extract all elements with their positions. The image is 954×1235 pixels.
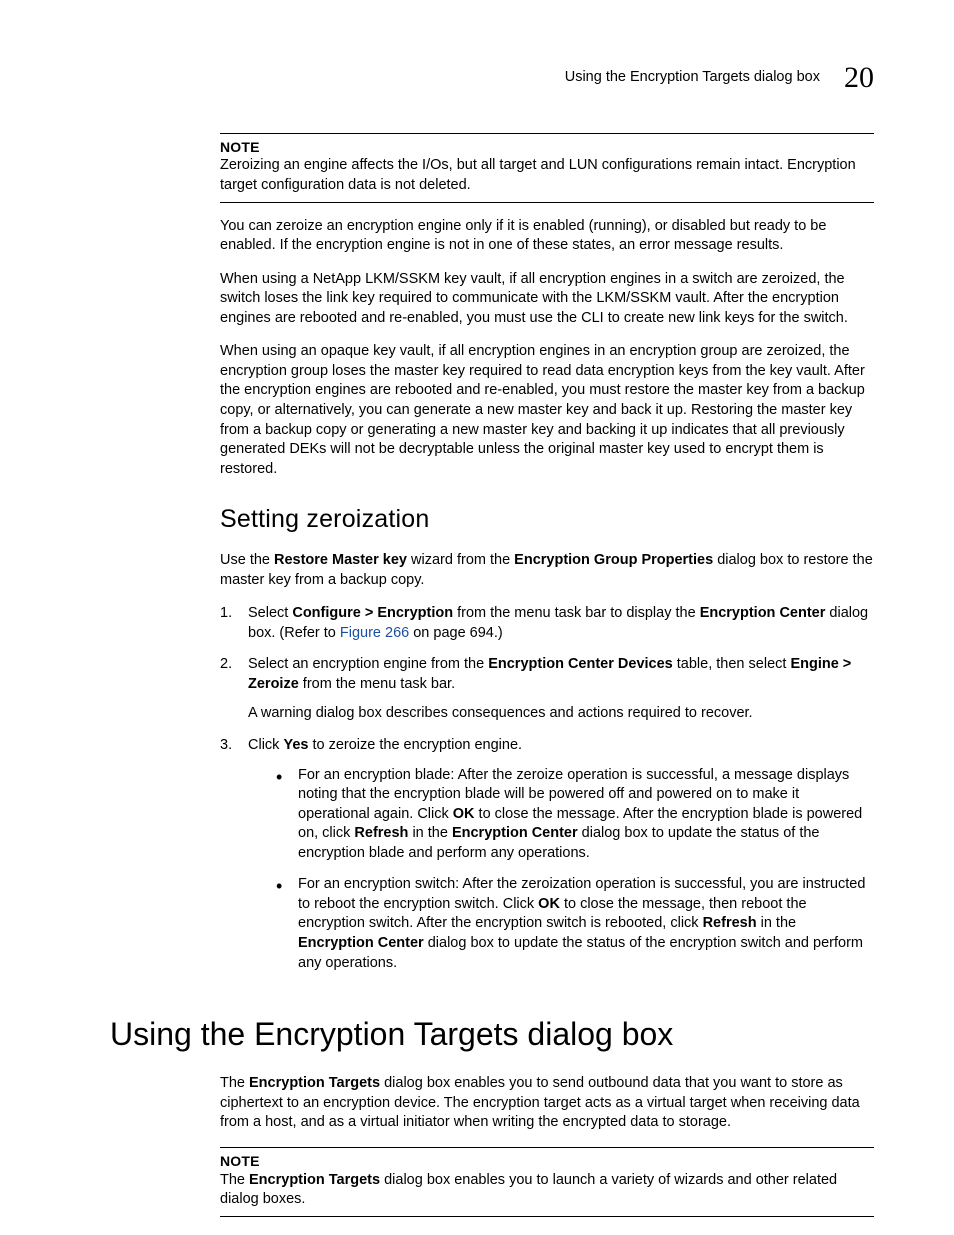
list-item: For an encryption switch: After the zero… — [276, 875, 874, 973]
list-item: For an encryption blade: After the zeroi… — [276, 766, 874, 864]
list-item: Click Yes to zeroize the encryption engi… — [220, 736, 874, 973]
running-title: Using the Encryption Targets dialog box — [565, 68, 820, 88]
figure-link[interactable]: Figure 266 — [340, 625, 409, 641]
note-label: NOTE — [220, 138, 874, 157]
list-item: Select Configure > Encryption from the m… — [220, 604, 874, 643]
section-heading: Setting zeroization — [220, 503, 874, 537]
note-block: NOTE Zeroizing an engine affects the I/O… — [220, 133, 874, 203]
sub-bullet-list: For an encryption blade: After the zeroi… — [276, 766, 874, 974]
note-block: NOTE The Encryption Targets dialog box e… — [220, 1147, 874, 1217]
list-item: Select an encryption engine from the Enc… — [220, 655, 874, 724]
note-text: Zeroizing an engine affects the I/Os, bu… — [220, 156, 874, 195]
procedure-list: Select Configure > Encryption from the m… — [220, 604, 874, 973]
page: Using the Encryption Targets dialog box … — [0, 0, 954, 1235]
paragraph: The Encryption Targets dialog box enable… — [220, 1074, 874, 1133]
running-header: Using the Encryption Targets dialog box … — [110, 58, 874, 99]
body-content: NOTE Zeroizing an engine affects the I/O… — [220, 133, 874, 1218]
note-label: NOTE — [220, 1152, 874, 1171]
chapter-heading: Using the Encryption Targets dialog box — [110, 1013, 874, 1056]
paragraph: When using an opaque key vault, if all e… — [220, 342, 874, 479]
chapter-number: 20 — [844, 58, 874, 99]
paragraph: When using a NetApp LKM/SSKM key vault, … — [220, 270, 874, 329]
note-text: The Encryption Targets dialog box enable… — [220, 1171, 874, 1210]
paragraph: You can zeroize an encryption engine onl… — [220, 217, 874, 256]
paragraph: Use the Restore Master key wizard from t… — [220, 551, 874, 590]
